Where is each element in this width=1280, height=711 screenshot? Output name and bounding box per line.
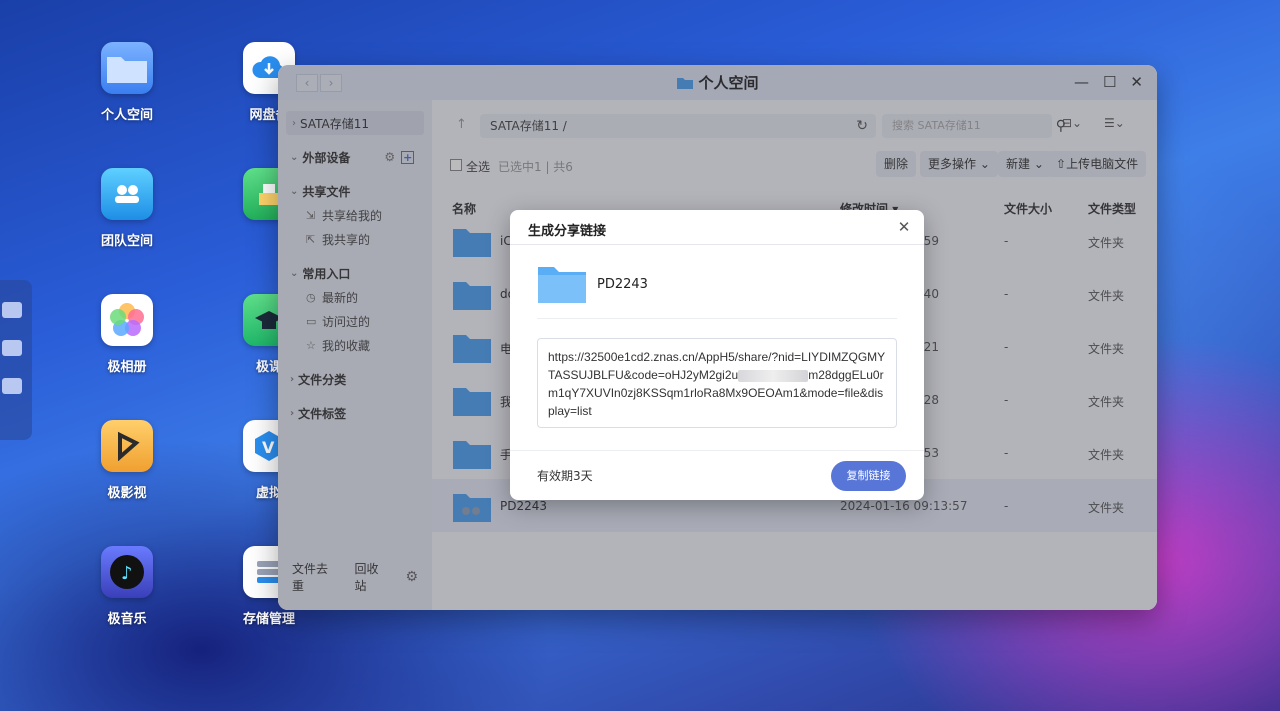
shared-file-name: PD2243 — [597, 277, 648, 292]
desktop-icon-label: 极影视 — [107, 486, 147, 501]
desktop-icon-music[interactable]: ♪ 极音乐 — [77, 546, 177, 627]
apps-grid-icon[interactable] — [2, 340, 22, 356]
desktop-icon-label: 存储管理 — [242, 612, 295, 627]
dialog-footer: 有效期3天 复制链接 — [510, 450, 924, 500]
share-link-dialog: 生成分享链接 ✕ PD2243 https://32500e1cd2.znas.… — [510, 210, 924, 500]
team-folder-icon — [101, 168, 153, 220]
desktop-icon-personal-space[interactable]: 个人空间 — [77, 42, 177, 123]
dialog-header: 生成分享链接 ✕ — [510, 210, 924, 245]
photos-flower-icon — [101, 294, 153, 346]
desktop-icon-photos[interactable]: 极相册 — [77, 294, 177, 375]
shared-file-info: PD2243 — [537, 264, 897, 319]
redacted-mask — [738, 369, 809, 382]
close-icon[interactable]: ✕ — [894, 218, 914, 236]
music-icon: ♪ — [101, 546, 153, 598]
left-dock — [0, 280, 32, 440]
svg-text:V: V — [262, 438, 275, 457]
desktop-icon-label: 极相册 — [107, 360, 147, 375]
drive-icon[interactable] — [2, 302, 22, 318]
desktop-icon-label: 个人空间 — [100, 108, 153, 123]
folder-icon[interactable] — [2, 378, 22, 394]
folder-icon — [101, 42, 153, 94]
video-icon — [101, 420, 153, 472]
desktop-icon-video[interactable]: 极影视 — [77, 420, 177, 501]
copy-link-label: 复制链接 — [846, 469, 891, 482]
folder-icon — [538, 267, 586, 303]
validity-text: 有效期3天 — [537, 469, 593, 483]
dialog-title: 生成分享链接 — [528, 224, 607, 239]
copy-link-button[interactable]: 复制链接 — [831, 461, 906, 491]
svg-text:♪: ♪ — [121, 563, 133, 584]
share-link-field[interactable]: https://32500e1cd2.znas.cn/AppH5/share/?… — [537, 338, 897, 428]
desktop-icon-team-space[interactable]: 团队空间 — [77, 168, 177, 249]
desktop-icon-label: 团队空间 — [100, 234, 153, 249]
desktop-icon-label: 极音乐 — [107, 612, 147, 627]
